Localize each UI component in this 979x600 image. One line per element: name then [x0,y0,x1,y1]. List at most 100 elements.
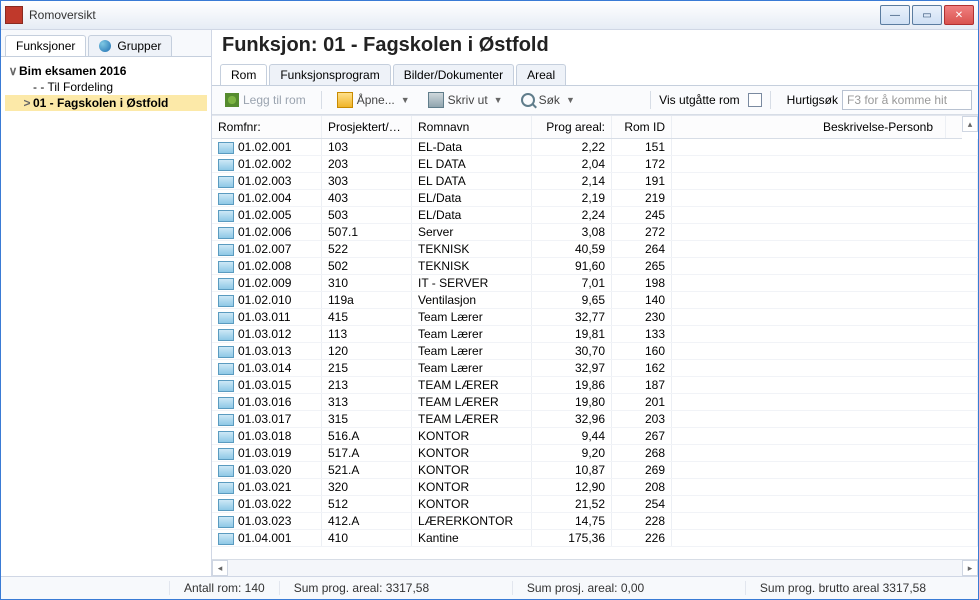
minimize-button[interactable]: — [880,5,910,25]
table-row[interactable]: 01.02.010119aVentilasjon9,65140 [212,292,978,309]
tab-grupper[interactable]: Grupper [88,35,172,56]
expander-icon[interactable]: > [21,96,33,110]
room-icon [218,533,234,545]
grid-body[interactable]: 01.02.001103EL-Data2,2215101.02.002203EL… [212,139,978,559]
scroll-right-button[interactable]: ▸ [962,560,978,576]
table-row[interactable]: 01.03.017315TEAM LÆRER32,96203 [212,411,978,428]
cell-beskrivelse [672,428,978,444]
cell-rom-id: 172 [612,156,672,172]
col-romfnr[interactable]: Romfnr: [212,116,322,138]
table-row[interactable]: 01.03.019517.AKONTOR9,20268 [212,445,978,462]
cell-prog-areal: 2,04 [532,156,612,172]
search-icon [521,93,535,107]
cell-prog-areal: 2,24 [532,207,612,223]
cell-rom-id: 162 [612,360,672,376]
cell-prog-areal: 21,52 [532,496,612,512]
search-button[interactable]: Søk▼ [514,90,582,110]
room-icon [218,261,234,273]
scroll-left-button[interactable]: ◂ [212,560,228,576]
cell-rom-id: 230 [612,309,672,325]
cell-prog-areal: 10,87 [532,462,612,478]
print-button[interactable]: Skriv ut▼ [421,89,510,111]
show-expired-checkbox[interactable] [748,93,762,107]
col-romnavn[interactable]: Romnavn [412,116,532,138]
tab-funksjoner[interactable]: Funksjoner [5,35,86,56]
cell-rom-id: 269 [612,462,672,478]
table-row[interactable]: 01.04.001410Kantine175,36226 [212,530,978,547]
room-icon [218,210,234,222]
room-icon [218,142,234,154]
titlebar[interactable]: Romoversikt — ▭ ✕ [1,1,978,30]
table-row[interactable]: 01.02.003303EL DATA2,14191 [212,173,978,190]
table-row[interactable]: 01.02.008502TEKNISK91,60265 [212,258,978,275]
table-row[interactable]: 01.02.007522TEKNISK40,59264 [212,241,978,258]
tab-funksjonsprogram[interactable]: Funksjonsprogram [269,64,390,85]
tree-label: Bim eksamen 2016 [19,64,126,78]
plus-icon [225,93,239,107]
cell-romfnr: 01.02.006 [212,224,322,240]
cell-beskrivelse [672,479,978,495]
cell-romfnr: 01.02.004 [212,190,322,206]
quicksearch-input[interactable] [842,90,972,110]
table-row[interactable]: 01.03.022512KONTOR21,52254 [212,496,978,513]
room-icon [218,516,234,528]
table-row[interactable]: 01.03.016313TEAM LÆRER19,80201 [212,394,978,411]
table-row[interactable]: 01.02.004403EL/Data2,19219 [212,190,978,207]
table-row[interactable]: 01.03.023412.ALÆRERKONTOR14,75228 [212,513,978,530]
tree-label: 01 - Fagskolen i Østfold [33,96,168,110]
tab-bilder[interactable]: Bilder/Dokumenter [393,64,514,85]
col-prosjektert[interactable]: Prosjektert/Ge... [322,116,412,138]
tab-areal[interactable]: Areal [516,64,566,85]
cell-romnavn: Kantine [412,530,532,546]
table-row[interactable]: 01.03.021320KONTOR12,90208 [212,479,978,496]
tree-item-fagskolen[interactable]: >01 - Fagskolen i Østfold [5,95,207,111]
cell-prog-areal: 40,59 [532,241,612,257]
tab-label: Grupper [117,39,161,53]
room-icon [218,159,234,171]
cell-romfnr: 01.02.009 [212,275,322,291]
table-row[interactable]: 01.03.020521.AKONTOR10,87269 [212,462,978,479]
statusbar: Antall rom: 140 Sum prog. areal: 3317,58… [1,576,978,599]
maximize-button[interactable]: ▭ [912,5,942,25]
table-row[interactable]: 01.02.006507.1Server3,08272 [212,224,978,241]
room-icon [218,499,234,511]
table-row[interactable]: 01.02.002203EL DATA2,04172 [212,156,978,173]
cell-romfnr: 01.03.020 [212,462,322,478]
table-row[interactable]: 01.03.012113Team Lærer19,81133 [212,326,978,343]
col-rom-id[interactable]: Rom ID [612,116,672,138]
tree-item-fordeling[interactable]: - - Til Fordeling [5,79,207,95]
tab-label: Areal [527,68,555,82]
expander-icon[interactable]: ∨ [7,64,19,78]
col-prog-areal[interactable]: Prog areal: [532,116,612,138]
cell-rom-id: 151 [612,139,672,155]
cell-romnavn: Server [412,224,532,240]
table-row[interactable]: 01.03.013120Team Lærer30,70160 [212,343,978,360]
left-panel: Funksjoner Grupper ∨Bim eksamen 2016 - -… [1,30,212,576]
add-room-button[interactable]: Legg til rom [218,90,313,110]
cell-romfnr: 01.03.016 [212,394,322,410]
cell-prog-areal: 19,80 [532,394,612,410]
table-row[interactable]: 01.02.005503EL/Data2,24245 [212,207,978,224]
scroll-up-button[interactable]: ▴ [962,116,978,132]
cell-romnavn: EL-Data [412,139,532,155]
cell-rom-id: 245 [612,207,672,223]
table-row[interactable]: 01.02.001103EL-Data2,22151 [212,139,978,156]
btn-label: Søk [539,93,560,107]
open-button[interactable]: Åpne...▼ [330,89,417,111]
tree-root[interactable]: ∨Bim eksamen 2016 [5,63,207,79]
main-tabs: Rom Funksjonsprogram Bilder/Dokumenter A… [212,57,978,86]
btn-label: Skriv ut [448,93,488,107]
table-row[interactable]: 01.03.015213TEAM LÆRER19,86187 [212,377,978,394]
table-row[interactable]: 01.02.009310IT - SERVER7,01198 [212,275,978,292]
hscrollbar[interactable]: ◂ ▸ [212,559,978,576]
tab-label: Bilder/Dokumenter [404,68,503,82]
col-beskrivelse[interactable]: Beskrivelse-Personb [672,116,946,138]
cell-romnavn: EL/Data [412,190,532,206]
cell-beskrivelse [672,411,978,427]
close-button[interactable]: ✕ [944,5,974,25]
table-row[interactable]: 01.03.018516.AKONTOR9,44267 [212,428,978,445]
table-row[interactable]: 01.03.014215Team Lærer32,97162 [212,360,978,377]
table-row[interactable]: 01.03.011415Team Lærer32,77230 [212,309,978,326]
print-icon [428,92,444,108]
tab-rom[interactable]: Rom [220,64,267,85]
